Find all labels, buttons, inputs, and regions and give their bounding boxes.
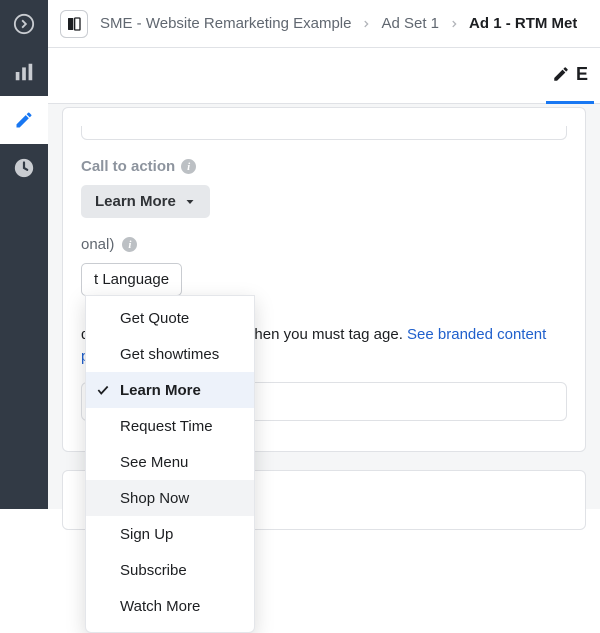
cta-option-learn-more[interactable]: Learn More xyxy=(86,372,254,408)
pencil-icon xyxy=(14,110,34,130)
cta-option-subscribe[interactable]: Subscribe xyxy=(86,552,254,588)
clock-icon xyxy=(13,157,35,179)
nav-charts-button[interactable] xyxy=(0,48,48,96)
pencil-icon xyxy=(552,65,570,83)
cta-dropdown-menu: Get Quote Get showtimes Learn More Reque… xyxy=(85,295,255,633)
chevron-right-icon xyxy=(449,17,459,31)
breadcrumb-campaign[interactable]: SME - Website Remarketing Example xyxy=(100,15,351,32)
chevron-circle-icon xyxy=(13,13,35,35)
cta-option-see-menu[interactable]: See Menu xyxy=(86,444,254,480)
cta-section-label: Call to action i xyxy=(81,158,567,175)
nav-history-button[interactable] xyxy=(0,144,48,192)
breadcrumb-ad[interactable]: Ad 1 - RTM Met xyxy=(469,15,577,32)
caret-down-icon xyxy=(184,196,196,208)
cta-option-get-showtimes[interactable]: Get showtimes xyxy=(86,336,254,372)
cta-option-label: Subscribe xyxy=(120,562,187,579)
catalog-icon xyxy=(66,16,82,32)
cta-option-watch-more[interactable]: Watch More xyxy=(86,588,254,624)
language-button[interactable]: t Language xyxy=(81,263,182,296)
cta-option-label: Watch More xyxy=(120,598,200,615)
bar-chart-icon xyxy=(13,61,35,83)
breadcrumb-adset[interactable]: Ad Set 1 xyxy=(381,15,439,32)
breadcrumb: SME - Website Remarketing Example Ad Set… xyxy=(100,15,577,32)
cta-section-label-text: Call to action xyxy=(81,158,175,175)
check-icon xyxy=(96,383,110,397)
cta-option-label: Get showtimes xyxy=(120,346,219,363)
language-optional-text: onal) xyxy=(81,236,114,253)
previous-input-bottom xyxy=(81,126,567,140)
cta-option-request-time[interactable]: Request Time xyxy=(86,408,254,444)
cta-option-label: Sign Up xyxy=(120,526,173,543)
cta-dropdown-trigger[interactable]: Learn More xyxy=(81,185,210,218)
left-nav-rail xyxy=(0,0,48,509)
cta-option-sign-up[interactable]: Sign Up xyxy=(86,516,254,552)
cta-option-label: Shop Now xyxy=(120,490,189,507)
cta-option-label: Request Time xyxy=(120,418,213,435)
chevron-right-icon xyxy=(361,17,371,31)
cta-option-label: Get Quote xyxy=(120,310,189,327)
cta-option-get-quote[interactable]: Get Quote xyxy=(86,300,254,336)
catalog-badge[interactable] xyxy=(60,10,88,38)
top-breadcrumb-bar: SME - Website Remarketing Example Ad Set… xyxy=(48,0,600,48)
nav-overview-button[interactable] xyxy=(0,0,48,48)
info-icon[interactable]: i xyxy=(122,237,137,252)
tab-edit[interactable]: E xyxy=(546,48,594,104)
cta-option-label: Learn More xyxy=(120,382,201,399)
info-icon[interactable]: i xyxy=(181,159,196,174)
nav-edit-button[interactable] xyxy=(0,96,48,144)
cta-selected-label: Learn More xyxy=(95,193,176,210)
cta-option-shop-now[interactable]: Shop Now xyxy=(86,480,254,516)
editor-tab-bar: E xyxy=(48,48,600,104)
tab-edit-label: E xyxy=(576,64,588,85)
cta-option-label: See Menu xyxy=(120,454,188,471)
